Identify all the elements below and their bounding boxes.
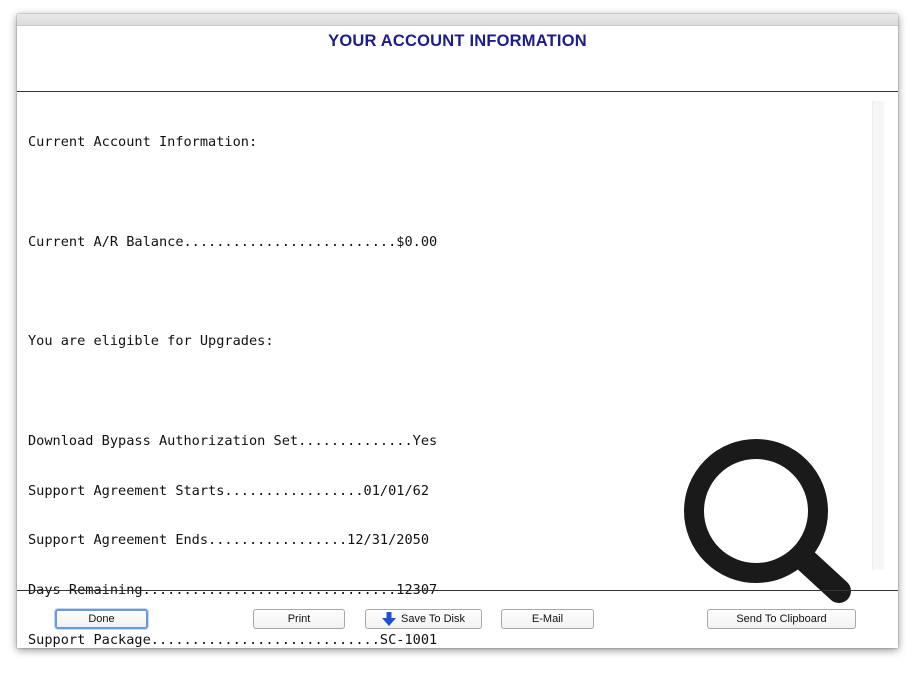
report-spacer xyxy=(28,284,868,301)
email-button-label: E-Mail xyxy=(531,613,564,625)
done-button[interactable]: Done xyxy=(55,609,148,629)
report-heading: Current Account Information: xyxy=(28,134,258,151)
save-to-disk-button[interactable]: Save To Disk xyxy=(365,609,482,629)
balance-line: Current A/R Balance.....................… xyxy=(28,233,438,250)
print-button-label: Print xyxy=(287,613,311,625)
vertical-scrollbar[interactable] xyxy=(872,101,884,570)
email-button[interactable]: E-Mail xyxy=(501,609,594,629)
report-spacer xyxy=(28,184,868,201)
page-title: YOUR ACCOUNT INFORMATION xyxy=(328,32,587,50)
top-divider xyxy=(17,91,898,92)
bottom-divider xyxy=(17,590,898,591)
down-arrow-icon xyxy=(382,612,396,626)
eligibility-line: You are eligible for Upgrades: xyxy=(28,333,274,350)
done-button-label: Done xyxy=(88,613,115,625)
report-spacer xyxy=(28,383,868,400)
magnifier-icon[interactable] xyxy=(684,439,854,604)
detail-line-support-package: Support Package.........................… xyxy=(28,632,438,648)
window-titlebar xyxy=(17,14,898,26)
save-to-disk-label: Save To Disk xyxy=(401,613,465,625)
send-to-clipboard-label: Send To Clipboard xyxy=(736,613,827,625)
send-to-clipboard-button[interactable]: Send To Clipboard xyxy=(707,609,856,629)
print-button[interactable]: Print xyxy=(253,609,345,629)
account-info-window: YOUR ACCOUNT INFORMATION Current Account… xyxy=(17,14,898,648)
